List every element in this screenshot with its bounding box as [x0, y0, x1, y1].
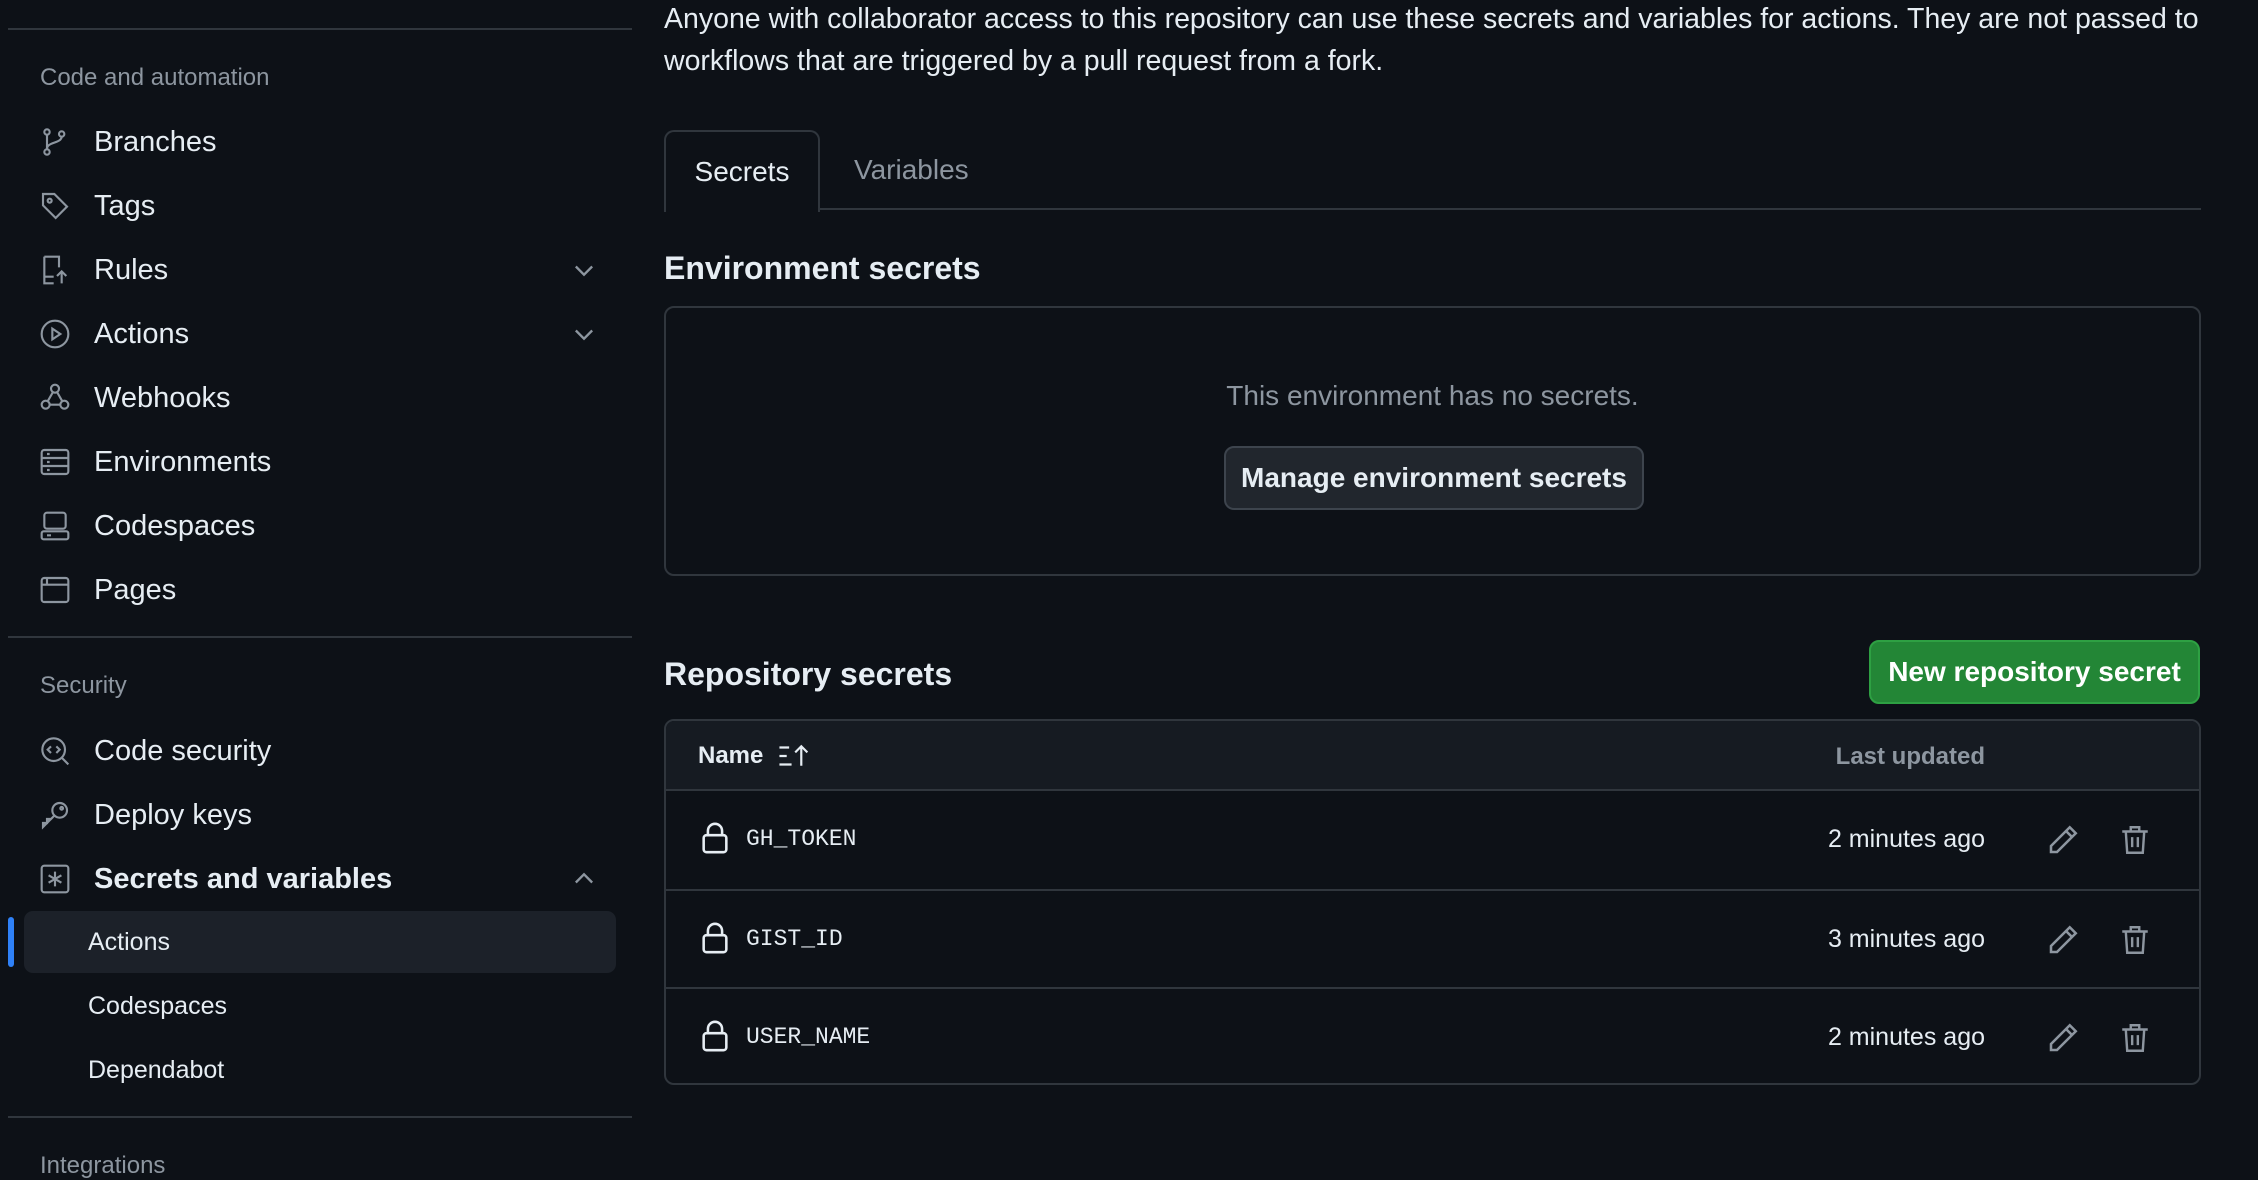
name-column-label: Name [698, 742, 764, 769]
sidebar-divider [8, 1116, 632, 1118]
code-security-icon [38, 734, 72, 768]
sidebar-item-label: Branches [94, 125, 217, 158]
trash-icon[interactable] [2118, 1020, 2152, 1056]
sidebar-item-rules[interactable]: Rules [24, 241, 616, 299]
pencil-icon[interactable] [2045, 822, 2081, 858]
chevron-down-icon[interactable] [570, 256, 598, 284]
sidebar-item-environments[interactable]: Environments [24, 433, 616, 491]
sidebar-subitem-label: Codespaces [88, 991, 227, 1020]
sidebar-item-pages[interactable]: Pages [24, 561, 616, 619]
table-row: GH_TOKEN 2 minutes ago [666, 791, 2199, 889]
sidebar-subitem-actions[interactable]: Actions [24, 911, 616, 973]
environment-secrets-box: This environment has no secrets. Manage … [664, 306, 2201, 576]
secret-name: GH_TOKEN [746, 826, 857, 852]
sidebar-item-label: Codespaces [94, 509, 256, 542]
tab-secrets[interactable]: Secrets [664, 130, 820, 212]
key-icon [38, 798, 72, 832]
trash-icon[interactable] [2118, 822, 2152, 858]
asterisk-icon [38, 862, 72, 896]
sidebar-subitem-codespaces[interactable]: Codespaces [24, 975, 616, 1037]
active-indicator [8, 917, 14, 967]
settings-sidebar: Code and automation Branches Tags Rules … [0, 0, 640, 1180]
sidebar-item-label: Code security [94, 734, 272, 767]
sidebar-item-label: Webhooks [94, 381, 231, 414]
lock-icon [702, 922, 728, 954]
secret-updated: 2 minutes ago [1827, 825, 1985, 853]
play-icon [38, 317, 72, 351]
sidebar-item-actions[interactable]: Actions [24, 305, 616, 363]
secret-name: GIST_ID [746, 926, 843, 952]
pencil-icon[interactable] [2045, 1020, 2081, 1056]
empty-state-text: This environment has no secrets. [1226, 380, 1639, 411]
intro-description: Anyone with collaborator access to this … [664, 3, 2199, 77]
sidebar-item-label: Tags [94, 189, 156, 222]
manage-environment-secrets-button[interactable]: Manage environment secrets [1224, 446, 1644, 510]
sidebar-item-secrets-and-variables[interactable]: Secrets and variables [24, 850, 616, 908]
table-row: USER_NAME 2 minutes ago [666, 987, 2199, 1083]
browser-icon [38, 573, 72, 607]
name-column-header[interactable]: Name [698, 741, 811, 771]
lock-icon [702, 1020, 728, 1052]
repository-secrets-table: Name Last updated GH_TOKEN 2 minutes ago… [664, 719, 2201, 1085]
sidebar-item-label: Rules [94, 253, 169, 286]
section-title-code-automation: Code and automation [40, 64, 270, 91]
sidebar-divider [8, 636, 632, 638]
sidebar-item-code-security[interactable]: Code security [24, 722, 616, 780]
sidebar-item-label: Secrets and variables [94, 862, 393, 895]
trash-icon[interactable] [2118, 922, 2152, 958]
tab-bar: Secrets Variables [664, 130, 2201, 212]
server-icon [38, 445, 72, 479]
git-branch-icon [38, 125, 72, 159]
secret-name: USER_NAME [746, 1024, 871, 1050]
sidebar-item-label: Deploy keys [94, 798, 252, 831]
sidebar-subitem-dependabot[interactable]: Dependabot [24, 1039, 616, 1101]
sort-ascending-icon[interactable] [777, 741, 811, 771]
repository-secrets-heading: Repository secrets [664, 656, 953, 692]
chevron-up-icon[interactable] [570, 865, 598, 893]
rules-icon [38, 253, 72, 287]
webhook-icon [38, 381, 72, 415]
sidebar-item-label: Actions [94, 317, 190, 350]
sidebar-item-codespaces[interactable]: Codespaces [24, 497, 616, 555]
secret-updated: 2 minutes ago [1827, 1023, 1985, 1051]
table-header: Name Last updated [666, 721, 2199, 791]
environment-secrets-heading: Environment secrets [664, 250, 981, 286]
tab-variables[interactable]: Variables [854, 130, 969, 210]
lock-icon [702, 822, 728, 854]
section-title-security: Security [40, 672, 127, 699]
tag-icon [38, 189, 72, 223]
codespaces-icon [38, 509, 72, 543]
chevron-down-icon[interactable] [570, 320, 598, 348]
section-title-integrations: Integrations [40, 1152, 166, 1179]
sidebar-item-label: Pages [94, 573, 177, 606]
sidebar-item-tags[interactable]: Tags [24, 177, 616, 235]
new-repository-secret-button[interactable]: New repository secret [1869, 640, 2200, 704]
sidebar-subitem-label: Dependabot [88, 1055, 225, 1084]
table-row: GIST_ID 3 minutes ago [666, 889, 2199, 987]
sidebar-item-branches[interactable]: Branches [24, 113, 616, 171]
sidebar-item-deploy-keys[interactable]: Deploy keys [24, 786, 616, 844]
sidebar-item-webhooks[interactable]: Webhooks [24, 369, 616, 427]
last-updated-column-header: Last updated [1835, 743, 1985, 770]
sidebar-subitem-label: Actions [88, 927, 170, 956]
pencil-icon[interactable] [2045, 922, 2081, 958]
sidebar-item-label: Environments [94, 445, 272, 478]
secret-updated: 3 minutes ago [1827, 925, 1985, 953]
sidebar-divider [8, 28, 632, 30]
